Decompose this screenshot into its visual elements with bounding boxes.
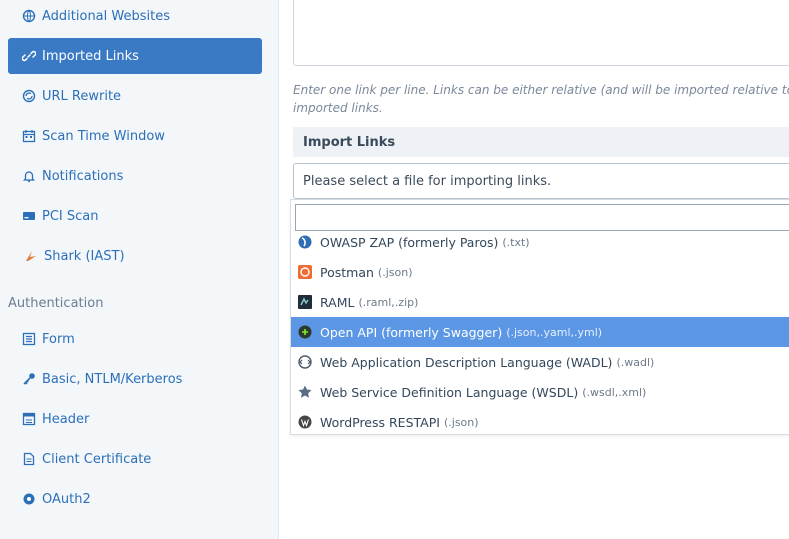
option-label: Web Service Definition Language (WSDL) <box>320 384 579 400</box>
import-file-select[interactable]: Please select a file for importing links… <box>293 163 789 199</box>
option-ext: (.txt) <box>502 235 530 249</box>
option-raml[interactable]: RAML (.raml,.zip) <box>291 287 789 317</box>
option-ext: (.raml,.zip) <box>358 295 419 309</box>
link-icon <box>22 49 36 63</box>
sidebar-item-oauth2[interactable]: OAuth2 <box>8 481 262 517</box>
calendar-icon <box>22 129 36 143</box>
sidebar-item-notifications[interactable]: Notifications <box>8 158 262 194</box>
header-icon <box>22 412 36 426</box>
option-wsdl[interactable]: Web Service Definition Language (WSDL) (… <box>291 377 789 407</box>
settings-sidebar: Additional Websites Imported Links URL R… <box>0 0 279 539</box>
option-label: OWASP ZAP (formerly Paros) <box>320 234 499 250</box>
sidebar-item-scan-time-window[interactable]: Scan Time Window <box>8 118 262 154</box>
sidebar-item-label: Shark (IAST) <box>44 248 125 264</box>
sidebar-item-label: Notifications <box>42 168 124 184</box>
sidebar-item-url-rewrite[interactable]: URL Rewrite <box>8 78 262 114</box>
option-label: WordPress RESTAPI <box>320 414 440 430</box>
sidebar-item-label: URL Rewrite <box>42 88 122 104</box>
sidebar-item-label: Basic, NTLM/Kerberos <box>42 371 183 387</box>
sidebar-item-label: Client Certificate <box>42 451 152 467</box>
authentication-heading: Authentication <box>8 296 104 311</box>
sidebar-item-imported-links[interactable]: Imported Links <box>8 38 262 74</box>
option-open-api[interactable]: Open API (formerly Swagger) (.json,.yaml… <box>291 317 789 347</box>
option-wordpress[interactable]: WordPress RESTAPI (.json) <box>291 407 789 437</box>
links-textarea[interactable] <box>293 0 789 66</box>
help-line-2: imported links. <box>293 101 383 115</box>
option-label: RAML <box>320 294 355 310</box>
swagger-icon <box>297 324 313 340</box>
option-postman[interactable]: Postman (.json) <box>291 257 789 287</box>
import-format-dropdown: OWASP ZAP (formerly Paros) (.txt) Postma… <box>290 199 789 435</box>
sidebar-item-label: Additional Websites <box>42 8 170 24</box>
sidebar-item-pci-scan[interactable]: PCI Scan <box>8 198 262 234</box>
shark-icon <box>24 249 38 263</box>
option-wadl[interactable]: Web Application Description Language (WA… <box>291 347 789 377</box>
wsdl-icon <box>297 384 313 400</box>
option-ext: (.json) <box>377 265 413 279</box>
sidebar-item-form[interactable]: Form <box>8 321 262 357</box>
zap-icon <box>297 234 313 250</box>
wadl-icon <box>297 354 313 370</box>
option-owasp-zap[interactable]: OWASP ZAP (formerly Paros) (.txt) <box>291 227 789 257</box>
credit-card-icon <box>22 209 36 223</box>
wordpress-icon <box>297 414 313 430</box>
sidebar-item-additional-websites[interactable]: Additional Websites <box>8 0 262 34</box>
sidebar-item-label: Form <box>42 331 75 347</box>
option-label: Web Application Description Language (WA… <box>320 354 613 370</box>
sidebar-item-label: Header <box>42 411 90 427</box>
certificate-icon <box>22 452 36 466</box>
sidebar-item-header[interactable]: Header <box>8 401 262 437</box>
raml-icon <box>297 294 313 310</box>
option-label: Postman <box>320 264 374 280</box>
option-ext: (.wadl) <box>616 355 655 369</box>
help-text: Enter one link per line. Links can be ei… <box>293 81 789 117</box>
option-ext: (.json) <box>443 415 479 429</box>
sidebar-item-label: Scan Time Window <box>42 128 165 144</box>
bell-icon <box>22 169 36 183</box>
form-icon <box>22 332 36 346</box>
help-line-1: Enter one link per line. Links can be ei… <box>293 83 789 97</box>
postman-icon <box>297 264 313 280</box>
import-links-heading: Import Links <box>293 127 789 157</box>
sidebar-item-label: OAuth2 <box>42 491 91 507</box>
imported-links-panel: Enter one link per line. Links can be ei… <box>278 0 789 539</box>
sidebar-item-label: Imported Links <box>42 48 139 64</box>
key-icon <box>22 372 36 386</box>
globe-refresh-icon <box>22 89 36 103</box>
sidebar-item-label: PCI Scan <box>42 208 99 224</box>
sidebar-item-client-certificate[interactable]: Client Certificate <box>8 441 262 477</box>
oauth-icon <box>22 492 36 506</box>
sidebar-item-basic-ntlm-kerberos[interactable]: Basic, NTLM/Kerberos <box>8 361 262 397</box>
option-ext: (.wsdl,.xml) <box>582 385 647 399</box>
select-placeholder: Please select a file for importing links… <box>303 173 552 189</box>
option-label: Open API (formerly Swagger) <box>320 324 503 340</box>
option-ext: (.json,.yaml,.yml) <box>506 325 603 339</box>
globe-icon <box>22 9 36 23</box>
sidebar-item-shark-iast[interactable]: Shark (IAST) <box>8 238 262 274</box>
